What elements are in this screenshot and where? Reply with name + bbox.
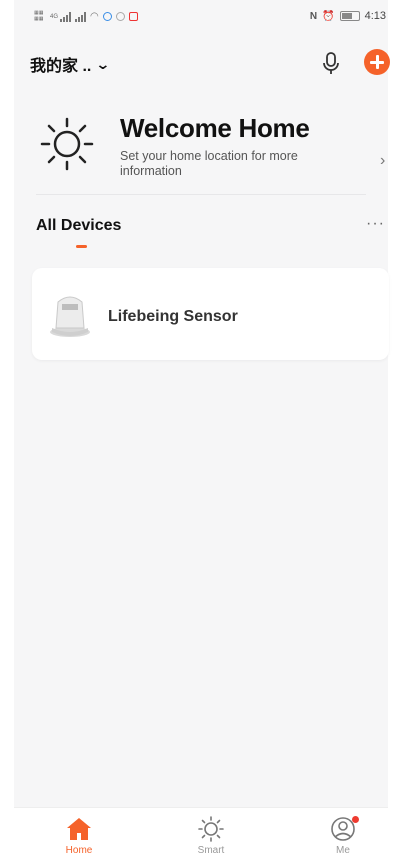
sensor-device-image [50,296,90,337]
alarm-icon: ⏰ [322,10,335,22]
microphone-icon[interactable] [319,50,343,76]
signal-icon [60,11,72,22]
status-time: 4:13 [364,10,386,22]
net-label: 4G [50,13,59,20]
device-card[interactable]: Lifebeing Sensor [32,268,389,360]
status-bar: ▦▦ ▦▦ 4G ◠ N ⏰ 4:13 [14,8,388,30]
sim-icon: ▦▦ ▦▦ [34,10,44,22]
device-name: Lifebeing Sensor [108,308,238,325]
nav-me-label: Me [336,845,350,856]
nav-me[interactable]: Me [303,808,383,858]
app-notification-icon [102,12,112,21]
home-icon [67,818,91,840]
search-notification-icon [115,12,125,21]
notification-badge [352,816,359,823]
nav-smart[interactable]: Smart [171,808,251,858]
nav-home[interactable]: Home [39,808,119,858]
more-options-icon[interactable]: ··· [366,215,385,233]
battery-icon [339,11,360,21]
welcome-subtitle: Set your home location for more informat… [120,149,298,178]
active-tab-indicator [76,245,87,248]
signal-icon-2 [75,11,87,22]
nfc-icon: N [309,10,318,22]
bottom-navigation: Home Smart Me [14,807,388,858]
sun-icon [198,816,224,842]
nav-home-label: Home [65,845,93,856]
wifi-icon: ◠ [90,11,99,22]
app-screen: ▦▦ ▦▦ 4G ◠ N ⏰ 4:13 我的家 .. ⌄ Welcome Hom… [14,0,390,858]
welcome-banner[interactable]: Welcome Home Set your home location for … [14,105,388,195]
chevron-right-icon[interactable]: › [380,152,385,170]
tab-all-devices[interactable]: All Devices [36,217,121,235]
home-name: 我的家 .. [30,58,92,75]
home-selector[interactable]: 我的家 .. ⌄ [30,52,111,76]
sun-icon [40,117,94,171]
add-device-button[interactable] [364,49,390,75]
welcome-title: Welcome Home [120,113,310,143]
nav-smart-label: Smart [197,845,225,856]
app-badge-icon [128,12,138,21]
section-divider [36,194,366,195]
chevron-down-icon: ⌄ [95,55,111,72]
